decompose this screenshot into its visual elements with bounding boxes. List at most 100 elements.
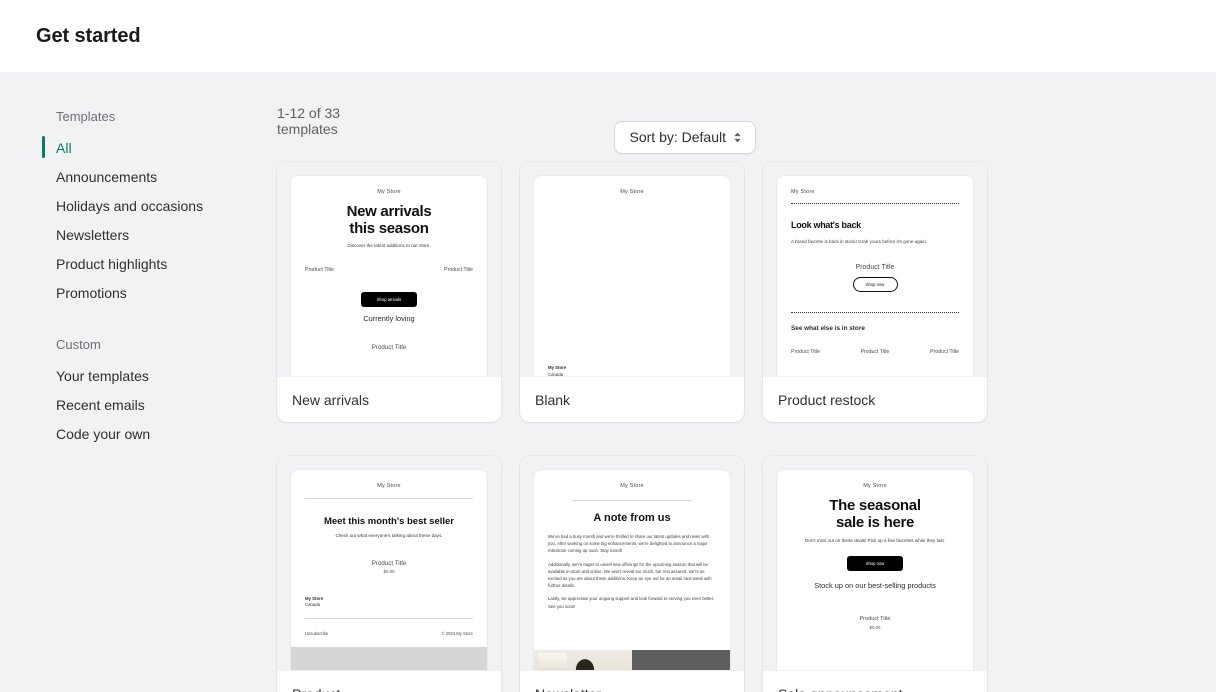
template-preview: My Store Look what's back A brand favori…	[763, 162, 987, 376]
preview-subtext: Don't miss out on these deals! Pick up a…	[804, 538, 946, 543]
sidebar-item-label: All	[56, 140, 72, 156]
sidebar-item-label: Announcements	[56, 169, 158, 185]
sidebar-item-label: Newsletters	[56, 227, 130, 243]
template-card-footer: Newsletter	[520, 670, 744, 692]
preview-footer-country: Canada	[548, 371, 564, 377]
sidebar-item-label: Code your own	[56, 426, 151, 442]
preview-store-name: My Store	[377, 483, 401, 489]
sort-by-label: Sort by: Default	[629, 129, 727, 145]
sidebar-item-label: Promotions	[56, 285, 127, 301]
chevron-up-down-icon	[733, 132, 742, 143]
preview-section-heading: See what else is in store	[791, 325, 865, 332]
preview-image-placeholder	[291, 646, 487, 670]
preview-product-price: $0.00	[869, 624, 881, 630]
preview-product-title: Product Title	[859, 615, 891, 622]
preview-product-row: Product Title Product Title	[305, 266, 473, 275]
template-card-title: Newsletter	[535, 686, 601, 692]
preview-cta-button: Shop now	[852, 277, 898, 292]
template-card-title: New arrivals	[292, 391, 370, 408]
template-card-title: Sale announcement	[778, 686, 903, 692]
preview-image-strip	[534, 650, 730, 670]
preview-product-title: Product Title	[930, 349, 959, 355]
sidebar-heading-custom: Custom	[56, 337, 101, 352]
preview-unsubscribe-link: Unsubscribe	[305, 630, 329, 636]
sidebar-item-announcements[interactable]: Announcements	[0, 163, 277, 192]
template-card-title: Blank	[535, 391, 571, 408]
preview-divider	[305, 498, 473, 499]
sidebar-item-label: Recent emails	[56, 397, 145, 413]
sidebar-item-label: Your templates	[56, 368, 149, 384]
preview-section-heading: Currently loving	[363, 313, 415, 323]
preview-heading: A note from us	[593, 512, 671, 524]
sidebar-item-code-your-own[interactable]: Code your own	[0, 420, 277, 449]
template-card-new-arrivals[interactable]: My Store New arrivals this season Discove…	[277, 162, 501, 422]
template-card-footer: Sale announcement	[763, 670, 987, 692]
preview-product-title: Product Title	[371, 559, 407, 567]
preview-photo	[534, 650, 632, 670]
template-card-title: Product restock	[778, 391, 876, 408]
sidebar-divider	[0, 308, 277, 337]
template-preview: My Store New arrivals this season Discove…	[277, 162, 501, 376]
preview-cta-button: Shop now	[847, 555, 903, 571]
preview-bottom-product-title: Product Title	[371, 343, 407, 351]
sidebar-item-your-templates[interactable]: Your templates	[0, 362, 277, 391]
template-preview: My Store Meet this month's best seller C…	[277, 456, 501, 670]
preview-copyright: © 2023 My Store	[441, 630, 473, 636]
preview-heading: Look what's back	[791, 220, 861, 230]
template-card-footer: Product restock	[763, 376, 987, 422]
sidebar-item-promotions[interactable]: Promotions	[0, 279, 277, 308]
preview-footer-country: Canada	[305, 602, 321, 607]
preview-image-placeholder	[632, 650, 730, 670]
templates-grid: My Store New arrivals this season Discove…	[277, 162, 1184, 692]
preview-product-title: Product Title	[855, 264, 895, 271]
template-card-blank[interactable]: My Store My Store Canada Blank	[520, 162, 744, 422]
sidebar-item-product-highlights[interactable]: Product highlights	[0, 250, 277, 279]
app-header: Get started	[0, 0, 1216, 73]
template-count: 1-12 of 33 templates	[277, 105, 341, 137]
sidebar: Templates All Announcements Holidays and…	[0, 73, 277, 692]
preview-divider-dotted	[791, 312, 959, 313]
preview-section-heading: Stock up on our best-selling products	[814, 580, 936, 590]
preview-product-price: $0.00	[383, 568, 395, 574]
template-card-newsletter[interactable]: My Store A note from us We've had a busy…	[520, 456, 744, 692]
preview-store-name: My Store	[791, 189, 815, 195]
preview-footer-address: My Store Canada	[548, 365, 716, 376]
preview-product-title: Product Title	[860, 349, 890, 355]
preview-paragraph: Lastly, we appreciate your ongoing suppo…	[548, 596, 715, 609]
template-preview: My Store A note from us We've had a busy…	[520, 456, 744, 670]
sidebar-item-label: Holidays and occasions	[56, 198, 204, 214]
sidebar-item-label: Product highlights	[56, 256, 168, 272]
preview-heading: New arrivals this season	[346, 203, 432, 237]
template-preview: My Store My Store Canada	[520, 162, 744, 376]
preview-heading: The seasonal sale is here	[829, 497, 921, 531]
sidebar-group-custom: Custom Your templates Recent emails Code…	[0, 337, 277, 449]
sidebar-heading-templates: Templates	[56, 109, 116, 124]
preview-store-name: My Store	[377, 189, 401, 195]
template-card-sale-announcement[interactable]: My Store The seasonal sale is here Don't …	[763, 456, 987, 692]
template-preview: My Store The seasonal sale is here Don't …	[763, 456, 987, 670]
sidebar-item-newsletters[interactable]: Newsletters	[0, 221, 277, 250]
preview-divider	[305, 617, 473, 619]
email-preview-newsletter: My Store A note from us We've had a busy…	[534, 470, 730, 670]
preview-product-title: Product Title	[791, 349, 820, 355]
sidebar-item-all[interactable]: All	[0, 134, 277, 163]
sidebar-item-holidays-and-occasions[interactable]: Holidays and occasions	[0, 192, 277, 221]
templates-content: 1-12 of 33 templates Sort by: Default My…	[277, 73, 1216, 692]
email-preview-blank: My Store My Store Canada	[534, 176, 730, 376]
template-card-footer: Product	[277, 670, 501, 692]
template-card-footer: New arrivals	[277, 376, 501, 422]
template-card-product-restock[interactable]: My Store Look what's back A brand favori…	[763, 162, 987, 422]
template-card-product[interactable]: My Store Meet this month's best seller C…	[277, 456, 501, 692]
preview-product-title: Product Title	[444, 266, 473, 273]
email-preview-product: My Store Meet this month's best seller C…	[291, 470, 487, 670]
preview-store-name: My Store	[620, 483, 644, 489]
page-title: Get started	[36, 24, 141, 47]
preview-product-row: Product Title Product Title Product Titl…	[791, 348, 959, 357]
sort-by-dropdown[interactable]: Sort by: Default	[613, 121, 756, 154]
email-preview-product-restock: My Store Look what's back A brand favori…	[777, 176, 973, 376]
template-card-footer: Blank	[520, 376, 744, 422]
preview-paragraph: We've had a busy month and we're thrille…	[548, 534, 710, 554]
sidebar-item-recent-emails[interactable]: Recent emails	[0, 391, 277, 420]
sidebar-group-templates: Templates All Announcements Holidays and…	[0, 109, 277, 308]
templates-toolbar: 1-12 of 33 templates Sort by: Default	[277, 103, 1184, 154]
